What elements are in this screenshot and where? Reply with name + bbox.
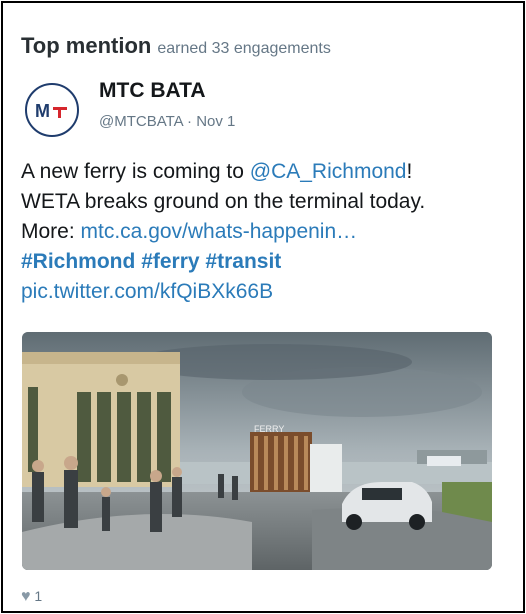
heart-icon[interactable]: ♥: [21, 588, 31, 605]
pic-link[interactable]: pic.twitter.com/kfQiBXk66B: [21, 280, 273, 303]
hashtag-transit[interactable]: #transit: [205, 250, 281, 273]
mtc-logo-icon: M: [35, 101, 67, 121]
like-count: 1: [34, 588, 43, 604]
avatar[interactable]: M: [25, 83, 79, 137]
tweet-text-punct: !: [406, 160, 413, 183]
tweet-line-3: More: mtc.ca.gov/whats-happenin…: [21, 217, 511, 247]
hashtag-richmond[interactable]: #Richmond: [21, 250, 135, 273]
top-mention-title: Top mention: [21, 33, 152, 58]
media-illustration: FERRY: [22, 332, 492, 570]
top-mention-header: Top mention earned 33 engagements: [21, 33, 331, 59]
hashtag-line: #Richmond #ferry #transit: [21, 247, 511, 277]
pic-link-line: pic.twitter.com/kfQiBXk66B: [21, 277, 511, 307]
more-label: More:: [21, 220, 81, 243]
like-action[interactable]: ♥ 1: [21, 588, 42, 606]
author-name[interactable]: MTC BATA: [99, 79, 206, 103]
mention-link[interactable]: @CA_Richmond: [250, 160, 407, 183]
top-mention-card: Top mention earned 33 engagements M MTC B…: [1, 1, 525, 613]
tweet-line-2: WETA breaks ground on the terminal today…: [21, 190, 426, 213]
author-handle[interactable]: @MTCBATA: [99, 113, 183, 130]
tweet-date[interactable]: Nov 1: [196, 113, 235, 130]
handle-separator: ·: [187, 113, 193, 130]
hashtag-ferry[interactable]: #ferry: [141, 250, 199, 273]
engagements-subtitle: earned 33 engagements: [157, 40, 331, 57]
tweet-text: A new ferry is coming to @CA_Richmond! W…: [21, 157, 511, 307]
tweet-text-part: A new ferry is coming to: [21, 160, 250, 183]
ferry-sign: FERRY: [254, 424, 284, 434]
author-handle-line: @MTCBATA · Nov 1: [99, 113, 235, 130]
svg-text:M: M: [35, 101, 50, 121]
ferry-terminal-rendering-image[interactable]: FERRY: [22, 332, 492, 570]
tweet-line-1: A new ferry is coming to @CA_Richmond!: [21, 157, 511, 187]
article-link[interactable]: mtc.ca.gov/whats-happenin…: [81, 220, 358, 243]
